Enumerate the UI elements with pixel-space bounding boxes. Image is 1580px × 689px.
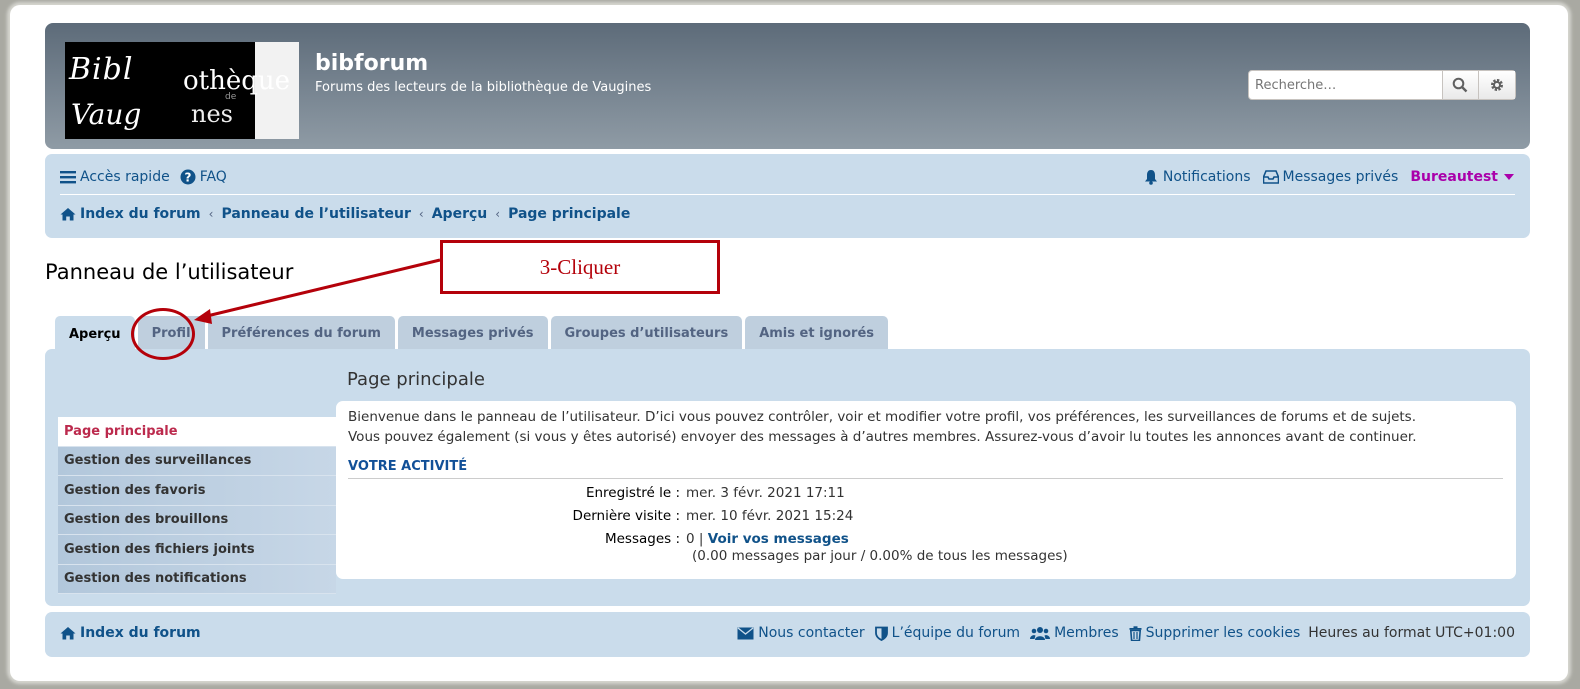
tab-friends-foes[interactable]: Amis et ignorés bbox=[745, 316, 889, 350]
members-link[interactable]: Membres bbox=[1030, 625, 1119, 641]
stat-value: mer. 10 févr. 2021 15:24 bbox=[686, 508, 854, 524]
team-label: L’équipe du forum bbox=[891, 625, 1021, 641]
sidebar-item-notifications[interactable]: Gestion des notifications bbox=[58, 564, 336, 594]
logo-text-2: Vaug bbox=[71, 98, 142, 131]
search-button[interactable] bbox=[1441, 71, 1479, 99]
quick-access-label: Accès rapide bbox=[80, 169, 170, 185]
tab-user-groups[interactable]: Groupes d’utilisateurs bbox=[550, 316, 743, 350]
stat-label: Messages : bbox=[604, 531, 680, 547]
page-title: Panneau de l’utilisateur bbox=[45, 260, 294, 284]
quick-access-menu[interactable]: Accès rapide bbox=[60, 169, 170, 185]
chevron-left-icon: ‹ bbox=[418, 207, 424, 221]
tab-private-messages[interactable]: Messages privés bbox=[397, 316, 548, 350]
faq-link[interactable]: ? FAQ bbox=[180, 169, 227, 185]
logo-text-small: de bbox=[225, 92, 237, 102]
stat-label: Enregistré le : bbox=[585, 485, 680, 501]
advanced-search-button[interactable] bbox=[1478, 71, 1515, 99]
search-box bbox=[1248, 70, 1516, 100]
contact-label: Nous contacter bbox=[758, 625, 865, 641]
sidebar-item-main-page[interactable]: Page principale bbox=[58, 417, 336, 447]
sidebar-item-attachments[interactable]: Gestion des fichiers joints bbox=[58, 535, 336, 565]
footer-index-link[interactable]: Index du forum bbox=[60, 625, 201, 641]
question-circle-icon: ? bbox=[180, 169, 196, 185]
hamburger-icon bbox=[60, 171, 76, 184]
notifications-label: Notifications bbox=[1162, 169, 1251, 185]
intro-line-2: Vous pouvez également (si vous y êtes au… bbox=[348, 429, 1417, 445]
user-menu[interactable]: Bureautest bbox=[1410, 169, 1515, 185]
notifications-link[interactable]: Notifications bbox=[1143, 169, 1251, 185]
search-input[interactable] bbox=[1249, 71, 1442, 99]
logo-text-1b: othèque bbox=[183, 66, 291, 96]
site-logo[interactable]: Bibl othèque Vaug nes de bbox=[65, 42, 299, 139]
ucp-sidebar: Page principale Gestion des surveillance… bbox=[58, 417, 336, 594]
intro-text: Bienvenue dans le panneau de l’utilisate… bbox=[348, 407, 1506, 447]
annotation-callout: 3-Cliquer bbox=[440, 240, 720, 294]
envelope-icon bbox=[737, 626, 754, 639]
sidebar-item-bookmarks[interactable]: Gestion des favoris bbox=[58, 476, 336, 506]
stat-registered: Enregistré le : mer. 3 févr. 2021 17:11 bbox=[336, 485, 1516, 508]
ucp-panel: Page principale Gestion des surveillance… bbox=[45, 349, 1530, 606]
delete-cookies-link[interactable]: Supprimer les cookies bbox=[1129, 625, 1301, 641]
footer-links: Nous contacter L’équipe du forum Membres bbox=[727, 625, 1515, 641]
inbox-icon bbox=[1262, 170, 1279, 184]
gear-icon bbox=[1491, 79, 1504, 91]
breadcrumb-main-page[interactable]: Page principale bbox=[508, 206, 630, 222]
stat-label: Dernière visite : bbox=[572, 508, 680, 524]
navbar-user-area: Notifications Messages privés Bureautest bbox=[1131, 169, 1515, 185]
content-box: Bienvenue dans le panneau de l’utilisate… bbox=[336, 401, 1516, 579]
chevron-left-icon: ‹ bbox=[208, 207, 214, 221]
logo-text-2b: nes bbox=[191, 100, 233, 128]
caret-down-icon bbox=[1504, 174, 1514, 180]
footer: Index du forum Nous contacter L’équipe d… bbox=[45, 612, 1530, 657]
navbar-row: Accès rapide ? FAQ Notifications Message… bbox=[60, 166, 1515, 188]
footer-index-label: Index du forum bbox=[80, 625, 201, 641]
chevron-left-icon: ‹ bbox=[495, 207, 501, 221]
users-icon bbox=[1030, 626, 1051, 640]
timezone-info: Heures au format UTC+01:00 bbox=[1308, 625, 1515, 641]
breadcrumb-overview[interactable]: Aperçu bbox=[432, 206, 488, 222]
breadcrumb: Index du forum ‹ Panneau de l’utilisateu… bbox=[60, 206, 630, 222]
home-icon bbox=[60, 627, 76, 640]
tab-overview[interactable]: Aperçu bbox=[55, 316, 135, 352]
search-icon bbox=[1453, 77, 1468, 93]
breadcrumb-index[interactable]: Index du forum bbox=[80, 206, 201, 222]
stat-last-visit: Dernière visite : mer. 10 févr. 2021 15:… bbox=[336, 508, 1516, 531]
site-header: Bibl othèque Vaug nes de bibforum Forums… bbox=[45, 23, 1530, 149]
stat-value: 0 | Voir vos messages bbox=[686, 531, 849, 547]
home-icon bbox=[60, 208, 76, 221]
breadcrumb-ucp[interactable]: Panneau de l’utilisateur bbox=[221, 206, 410, 222]
site-description: Forums des lecteurs de la bibliothèque d… bbox=[315, 80, 652, 95]
private-messages-link[interactable]: Messages privés bbox=[1262, 169, 1399, 185]
sidebar-item-drafts[interactable]: Gestion des brouillons bbox=[58, 505, 336, 535]
annotation-circle bbox=[131, 308, 195, 360]
stat-value: mer. 3 févr. 2021 17:11 bbox=[686, 485, 845, 501]
activity-stats: Enregistré le : mer. 3 févr. 2021 17:11 … bbox=[336, 485, 1516, 564]
private-messages-label: Messages privés bbox=[1282, 169, 1399, 185]
view-messages-link[interactable]: Voir vos messages bbox=[708, 531, 849, 547]
sidebar-item-subscriptions[interactable]: Gestion des surveillances bbox=[58, 446, 336, 476]
members-label: Membres bbox=[1054, 625, 1119, 641]
contact-link[interactable]: Nous contacter bbox=[737, 625, 865, 641]
logo-text-1: Bibl bbox=[69, 52, 134, 87]
username: Bureautest bbox=[1410, 169, 1498, 185]
shield-icon bbox=[874, 626, 888, 641]
site-title[interactable]: bibforum bbox=[315, 51, 428, 76]
navbar-separator bbox=[60, 194, 1515, 195]
faq-label: FAQ bbox=[199, 169, 227, 185]
messages-stats: (0.00 messages par jour / 0.00% de tous … bbox=[692, 548, 1068, 564]
tab-forum-preferences[interactable]: Préférences du forum bbox=[207, 316, 395, 350]
intro-line-1: Bienvenue dans le panneau de l’utilisate… bbox=[348, 409, 1416, 425]
svg-text:?: ? bbox=[184, 170, 191, 184]
delete-cookies-label: Supprimer les cookies bbox=[1145, 625, 1301, 641]
bell-icon bbox=[1144, 170, 1157, 185]
activity-heading: VOTRE ACTIVITÉ bbox=[348, 459, 1503, 479]
navbar: Accès rapide ? FAQ Notifications Message… bbox=[45, 154, 1530, 238]
team-link[interactable]: L’équipe du forum bbox=[874, 625, 1021, 641]
section-title: Page principale bbox=[347, 369, 485, 390]
messages-count: 0 | bbox=[686, 531, 704, 547]
trash-icon bbox=[1129, 625, 1142, 641]
